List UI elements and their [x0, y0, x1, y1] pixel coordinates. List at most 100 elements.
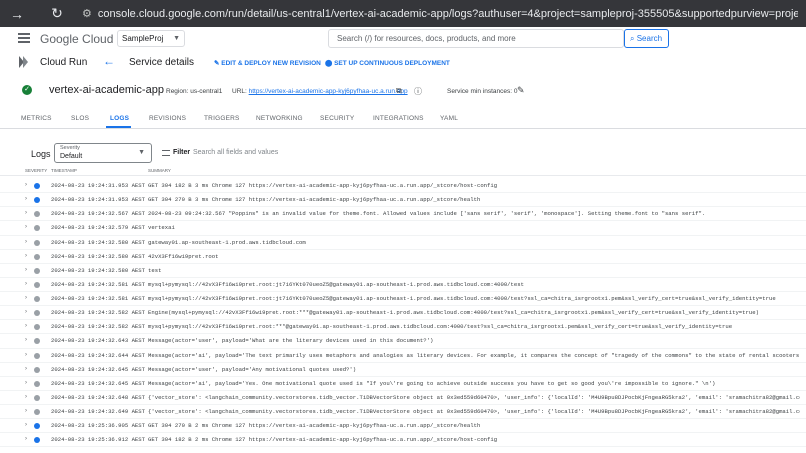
- edit-icon: ✎: [214, 60, 220, 67]
- expand-chevron-icon[interactable]: ›: [25, 281, 27, 287]
- log-timestamp: 2024-08-23 19:24:32.648 AEST: [51, 393, 145, 401]
- expand-chevron-icon[interactable]: ›: [25, 309, 27, 315]
- severity-default-icon: [34, 324, 40, 331]
- tab-yaml[interactable]: YAML: [440, 115, 458, 122]
- log-row[interactable]: › 2024-08-23 19:24:32.581 AEST mysql+pymys…: [0, 292, 806, 307]
- cloud-console-header: Google Cloud SampleProj ▼ Search (/) for…: [0, 27, 806, 51]
- tab-metrics[interactable]: METRICS: [21, 115, 52, 122]
- log-timestamp: 2024-08-23 19:25:36.912 AEST: [51, 436, 145, 444]
- log-timestamp: 2024-08-23 19:24:32.644 AEST: [51, 351, 145, 359]
- log-summary: Message(actor='ai', payload='The text pr…: [148, 351, 800, 359]
- log-row[interactable]: › 2024-08-23 19:25:36.905 AEST GET 304 270…: [0, 419, 806, 434]
- project-picker[interactable]: SampleProj ▼: [117, 30, 185, 47]
- log-timestamp: 2024-08-23 19:24:32.649 AEST: [51, 408, 145, 415]
- edit-deploy-button[interactable]: ✎ EDIT & DEPLOY NEW REVISION: [214, 59, 321, 67]
- severity-default-icon: [34, 310, 40, 317]
- address-bar[interactable]: console.cloud.google.com/run/detail/us-c…: [98, 8, 798, 20]
- log-summary: GET 304 270 B 3 ms Chrome 127 https://ve…: [148, 196, 481, 204]
- expand-chevron-icon[interactable]: ›: [25, 210, 27, 216]
- log-summary: mysql+pymysql://42vX3Ff16wi9pret.root:jt…: [148, 280, 524, 288]
- log-row[interactable]: › 2024-08-23 19:24:32.644 AEST Message(act…: [0, 349, 806, 363]
- expand-chevron-icon[interactable]: ›: [25, 436, 27, 442]
- service-tabs: METRICS SLOS LOGS REVISIONS TRIGGERS NET…: [0, 112, 806, 129]
- expand-chevron-icon[interactable]: ›: [25, 422, 27, 428]
- log-row[interactable]: › 2024-08-23 19:24:32.567 AEST 2024-08-23 …: [0, 207, 806, 222]
- tab-revisions[interactable]: REVISIONS: [149, 115, 186, 122]
- expand-chevron-icon[interactable]: ›: [25, 366, 27, 372]
- log-row[interactable]: › 2024-08-23 19:24:32.580 AEST gateway01.a…: [0, 236, 806, 250]
- log-entries: › 2024-08-23 19:24:31.953 AEST GET 304 182…: [0, 179, 806, 448]
- col-timestamp: TIMESTAMP: [51, 168, 77, 173]
- severity-default-icon: [34, 253, 40, 260]
- site-settings-icon[interactable]: ⚙: [82, 7, 92, 20]
- min-instances: Service min instances: 0: [447, 88, 518, 95]
- severity-default-icon: [34, 211, 40, 218]
- google-cloud-logo[interactable]: Google Cloud: [40, 32, 113, 46]
- log-row[interactable]: › 2024-08-23 19:25:36.912 AEST GET 304 182…: [0, 433, 806, 448]
- github-icon: ⬤: [325, 60, 333, 67]
- filter-input[interactable]: Search all fields and values: [193, 149, 278, 156]
- forward-icon[interactable]: →: [6, 6, 28, 22]
- expand-chevron-icon[interactable]: ›: [25, 267, 27, 273]
- log-row[interactable]: › 2024-08-23 19:24:32.648 AEST {'vector_st…: [0, 391, 806, 405]
- info-icon[interactable]: ⓘ: [414, 86, 422, 97]
- log-row[interactable]: › 2024-08-23 19:24:32.579 AEST vertexai: [0, 221, 806, 236]
- setup-cd-button[interactable]: ⬤ SET UP CONTINUOUS DEPLOYMENT: [325, 59, 450, 67]
- url-label: URL:: [232, 88, 247, 95]
- tab-triggers[interactable]: TRIGGERS: [204, 115, 240, 122]
- expand-chevron-icon[interactable]: ›: [25, 323, 27, 329]
- severity-select[interactable]: Severity Default ▼: [54, 143, 152, 163]
- edit-deploy-label: EDIT & DEPLOY NEW REVISION: [221, 60, 321, 67]
- tab-security[interactable]: SECURITY: [320, 115, 354, 122]
- log-row[interactable]: › 2024-08-23 19:24:32.582 AEST mysql+pymys…: [0, 320, 806, 335]
- back-arrow-icon[interactable]: ←: [103, 54, 115, 68]
- severity-default-icon: [34, 338, 40, 345]
- log-row[interactable]: › 2024-08-23 19:24:32.649 AEST {'vector_st…: [0, 405, 806, 420]
- log-row[interactable]: › 2024-08-23 19:24:31.953 AEST GET 304 270…: [0, 193, 806, 208]
- log-timestamp: 2024-08-23 19:24:32.581 AEST: [51, 280, 145, 288]
- severity-info-icon: [34, 183, 40, 189]
- search-input[interactable]: Search (/) for resources, docs, products…: [328, 29, 624, 48]
- service-url-row: URL: https://vertex-ai-academic-app-kyj6…: [232, 88, 408, 95]
- log-row[interactable]: › 2024-08-23 19:24:32.580 AEST test: [0, 264, 806, 278]
- severity-value: Default: [60, 153, 83, 160]
- log-row[interactable]: › 2024-08-23 19:24:32.582 AEST Engine(mysq…: [0, 306, 806, 321]
- product-title: Cloud Run: [40, 57, 88, 68]
- log-row[interactable]: › 2024-08-23 19:24:32.581 AEST mysql+pymys…: [0, 278, 806, 292]
- active-tab-indicator: [106, 126, 131, 128]
- reload-icon[interactable]: ↻: [46, 5, 68, 22]
- page-title: Service details: [129, 57, 195, 68]
- tab-integrations[interactable]: INTEGRATIONS: [373, 115, 424, 122]
- log-row[interactable]: › 2024-08-23 19:24:32.580 AEST 42vX3Ff16wi…: [0, 250, 806, 264]
- log-row[interactable]: › 2024-08-23 19:24:31.953 AEST GET 304 182…: [0, 179, 806, 194]
- expand-chevron-icon[interactable]: ›: [25, 380, 27, 386]
- main-menu-icon[interactable]: [18, 33, 30, 43]
- service-name: vertex-ai-academic-app: [49, 84, 164, 96]
- col-summary: SUMMARY: [148, 168, 171, 173]
- expand-chevron-icon[interactable]: ›: [25, 394, 27, 400]
- tab-logs[interactable]: LOGS: [110, 115, 129, 122]
- tab-slos[interactable]: SLOS: [71, 115, 89, 122]
- search-button[interactable]: ⌕ Search: [624, 29, 669, 48]
- log-row[interactable]: › 2024-08-23 19:24:32.645 AEST Message(act…: [0, 377, 806, 391]
- edit-pencil-icon[interactable]: ✎: [517, 85, 525, 96]
- severity-info-icon: [34, 423, 40, 430]
- expand-chevron-icon[interactable]: ›: [25, 224, 27, 230]
- expand-chevron-icon[interactable]: ›: [25, 253, 27, 259]
- log-timestamp: 2024-08-23 19:24:32.643 AEST: [51, 337, 145, 345]
- expand-chevron-icon[interactable]: ›: [25, 337, 27, 343]
- tab-networking[interactable]: NETWORKING: [256, 115, 303, 122]
- log-row[interactable]: › 2024-08-23 19:24:32.645 AEST Message(act…: [0, 363, 806, 377]
- expand-chevron-icon[interactable]: ›: [25, 352, 27, 358]
- expand-chevron-icon[interactable]: ›: [25, 196, 27, 202]
- log-summary: {'vector_store': <langchain_community.ve…: [148, 408, 800, 415]
- search-button-label: Search: [636, 34, 663, 43]
- expand-chevron-icon[interactable]: ›: [25, 239, 27, 245]
- service-url-link[interactable]: https://vertex-ai-academic-app-kyj6pyfha…: [249, 88, 408, 95]
- copy-icon[interactable]: ⧉: [396, 86, 402, 96]
- expand-chevron-icon[interactable]: ›: [25, 408, 27, 414]
- expand-chevron-icon[interactable]: ›: [25, 295, 27, 301]
- log-row[interactable]: › 2024-08-23 19:24:32.643 AEST Message(act…: [0, 334, 806, 349]
- log-summary: Message(actor='ai', payload='Yes. One mo…: [148, 379, 716, 387]
- expand-chevron-icon[interactable]: ›: [25, 182, 27, 188]
